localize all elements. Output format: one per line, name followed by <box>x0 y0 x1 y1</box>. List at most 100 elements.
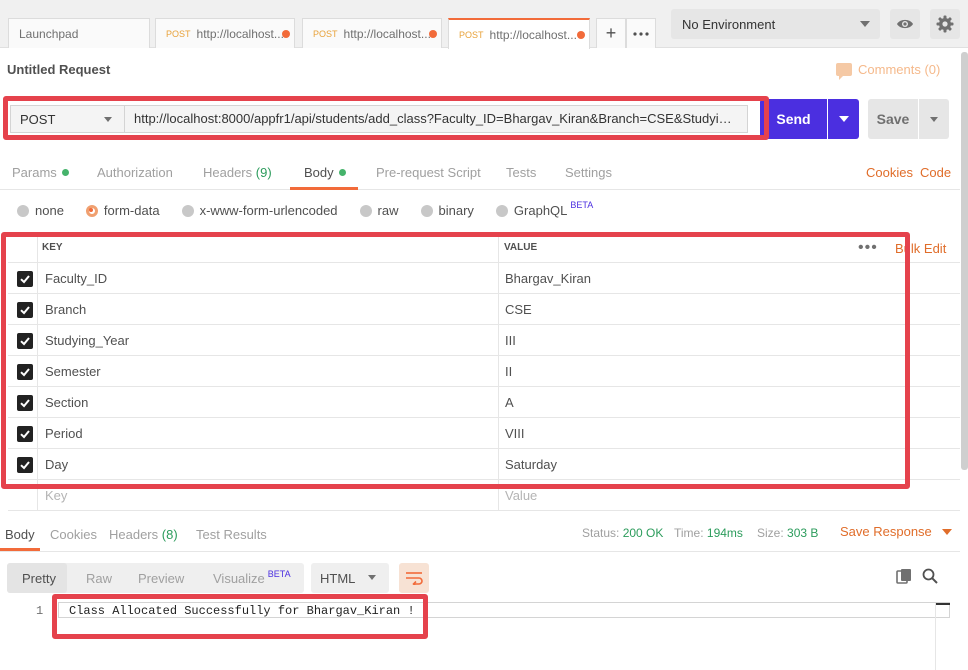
format-preview[interactable]: Preview <box>138 571 184 586</box>
row-key[interactable]: Branch <box>45 302 86 317</box>
response-tab-body[interactable]: Body <box>5 527 35 542</box>
radio-urlencoded[interactable]: x-www-form-urlencoded <box>181 203 338 218</box>
search-button[interactable] <box>922 568 938 587</box>
radio-none[interactable]: none <box>17 203 64 218</box>
wrap-lines-button[interactable] <box>399 563 429 593</box>
tab-launchpad[interactable]: Launchpad <box>8 18 150 48</box>
new-value-input[interactable]: Value <box>505 488 537 503</box>
tab-request-3[interactable]: POST http://localhost... <box>448 18 590 49</box>
row-value[interactable]: CSE <box>505 302 532 317</box>
send-options-button[interactable] <box>828 99 859 139</box>
request-title[interactable]: Untitled Request <box>7 62 110 77</box>
row-checkbox[interactable] <box>17 302 33 318</box>
tab-label: http://localhost... <box>489 27 577 42</box>
comments-button[interactable]: Comments (0) <box>836 62 941 80</box>
format-pretty[interactable]: Pretty <box>22 571 56 586</box>
row-checkbox[interactable] <box>17 395 33 411</box>
row-value[interactable]: II <box>505 364 512 379</box>
row-checkbox[interactable] <box>17 457 33 473</box>
row-checkbox[interactable] <box>17 333 33 349</box>
row-checkbox[interactable] <box>17 364 33 380</box>
row-key[interactable]: Section <box>45 395 88 410</box>
new-key-input[interactable]: Key <box>45 488 67 503</box>
more-horizontal-icon[interactable]: ••• <box>858 239 878 257</box>
response-tab-cookies[interactable]: Cookies <box>50 527 97 542</box>
save-options-button[interactable] <box>919 99 949 139</box>
response-tab-headers[interactable]: Headers (8) <box>109 527 178 542</box>
column-divider <box>498 387 499 417</box>
status-value: 200 OK <box>622 526 664 540</box>
key-column-header: KEY <box>42 242 63 253</box>
row-value[interactable]: Saturday <box>505 457 557 472</box>
tab-tests[interactable]: Tests <box>506 165 536 180</box>
url-input[interactable]: http://localhost:8000/appfr1/api/student… <box>124 105 748 133</box>
row-key[interactable]: Day <box>45 457 68 472</box>
code-link[interactable]: Code <box>920 165 951 180</box>
code-minimap <box>935 603 950 670</box>
save-response-button[interactable]: Save Response <box>840 524 952 539</box>
response-tab-headers-label: Headers <box>109 527 159 542</box>
plus-icon: + <box>605 23 617 43</box>
format-raw[interactable]: Raw <box>86 571 112 586</box>
form-data-table: KEY VALUE ••• Bulk Edit Faculty_ID Bharga… <box>8 233 960 511</box>
active-dot-icon <box>338 169 346 177</box>
row-checkbox[interactable] <box>17 271 33 287</box>
format-visualize[interactable]: Visualize BETA <box>213 569 291 586</box>
row-checkbox[interactable] <box>17 426 33 442</box>
column-divider <box>37 325 38 355</box>
method-select[interactable]: POST <box>10 105 124 133</box>
vertical-scrollbar[interactable] <box>961 52 968 470</box>
row-key[interactable]: Studying_Year <box>45 333 129 348</box>
row-value[interactable]: III <box>505 333 516 348</box>
tab-body[interactable]: Body <box>304 165 346 180</box>
radio-none-label: none <box>35 203 64 218</box>
unsaved-dot-icon <box>429 30 437 38</box>
tab-launchpad-label: Launchpad <box>19 26 79 41</box>
tab-request-2[interactable]: POST http://localhost... <box>302 18 442 48</box>
language-select[interactable]: HTML <box>311 563 389 593</box>
more-horizontal-icon <box>633 31 649 36</box>
comments-label: Comments (0) <box>858 62 941 77</box>
table-row: Period VIII <box>8 418 960 449</box>
save-response-label: Save Response <box>840 524 932 539</box>
environment-quick-look-button[interactable] <box>890 9 920 39</box>
bulk-edit-link[interactable]: Bulk Edit <box>895 241 946 256</box>
response-time: Time: 194ms <box>674 526 743 540</box>
body-type-group: none form-data x-www-form-urlencoded raw… <box>17 199 615 218</box>
row-value[interactable]: VIII <box>505 426 525 441</box>
row-value[interactable]: A <box>505 395 514 410</box>
radio-raw[interactable]: raw <box>359 203 399 218</box>
radio-form-data-label: form-data <box>103 203 160 218</box>
beta-badge: BETA <box>570 199 594 210</box>
tab-params[interactable]: Params <box>12 165 69 180</box>
checkmark-icon <box>20 368 30 377</box>
tab-prerequest-script[interactable]: Pre-request Script <box>376 165 481 180</box>
tab-settings[interactable]: Settings <box>565 165 612 180</box>
tab-authorization[interactable]: Authorization <box>97 165 173 180</box>
table-row: Section A <box>8 387 960 418</box>
row-key[interactable]: Semester <box>45 364 101 379</box>
unsaved-dot-icon <box>282 30 290 38</box>
row-key[interactable]: Faculty_ID <box>45 271 107 286</box>
radio-circle-icon <box>359 204 372 217</box>
environment-select[interactable]: No Environment <box>671 9 880 39</box>
status-label: Status: <box>582 526 620 540</box>
send-button[interactable]: Send <box>760 99 827 139</box>
environment-settings-button[interactable] <box>930 9 960 39</box>
tab-request-1[interactable]: POST http://localhost... <box>155 18 295 48</box>
cookies-link[interactable]: Cookies <box>866 165 913 180</box>
copy-button[interactable] <box>896 568 912 587</box>
response-tab-test-results[interactable]: Test Results <box>196 527 267 542</box>
tab-headers[interactable]: Headers (9) <box>203 165 272 180</box>
tab-options-button[interactable] <box>626 18 656 48</box>
row-key[interactable]: Period <box>45 426 83 441</box>
row-value[interactable]: Bhargav_Kiran <box>505 271 591 286</box>
new-tab-button[interactable]: + <box>596 18 626 48</box>
radio-graphql[interactable]: GraphQL BETA <box>495 199 594 218</box>
active-tab-indicator <box>290 187 358 190</box>
column-divider <box>498 325 499 355</box>
save-button[interactable]: Save <box>868 99 918 139</box>
radio-binary[interactable]: binary <box>420 203 474 218</box>
checkmark-icon <box>20 461 30 470</box>
radio-form-data[interactable]: form-data <box>85 203 160 218</box>
